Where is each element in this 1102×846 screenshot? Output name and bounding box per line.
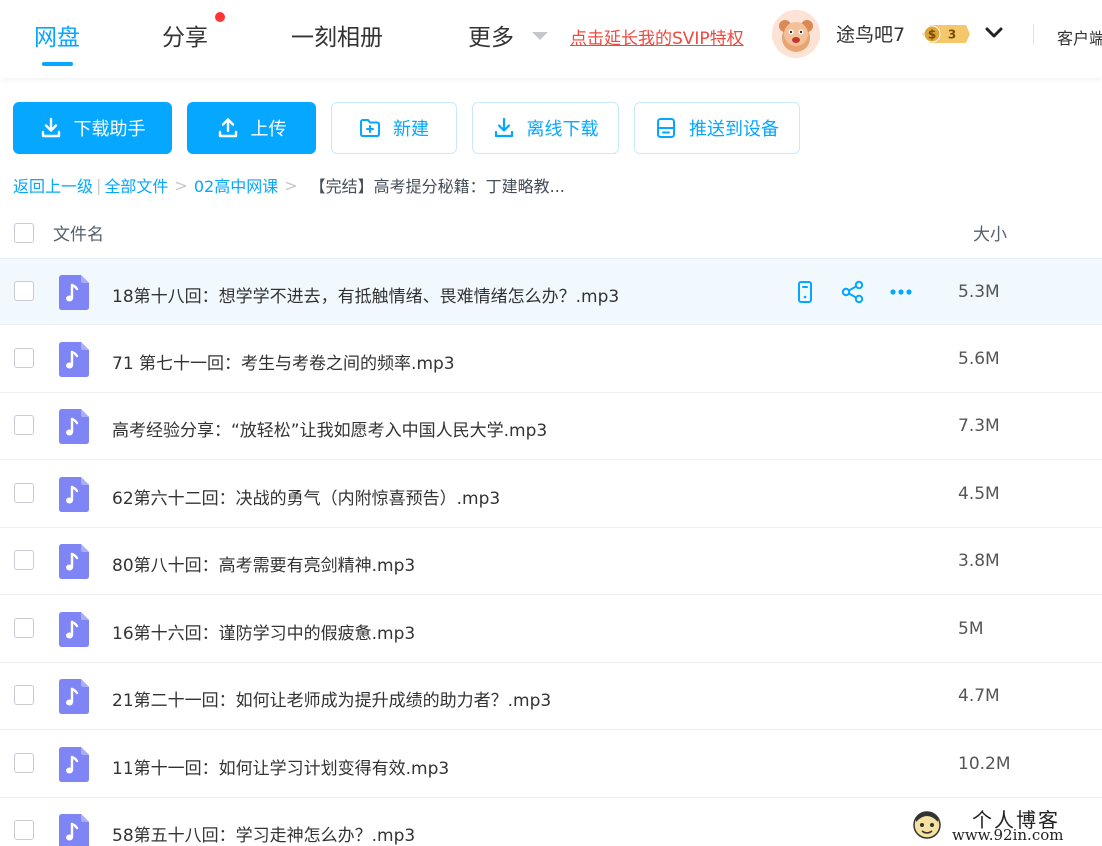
file-row[interactable]: 16第十六回：谨防学习中的假疲惫.mp3 5M bbox=[0, 596, 1102, 663]
file-name[interactable]: 11第十一回：如何让学习计划变得有效.mp3 bbox=[112, 754, 449, 779]
active-tab-indicator bbox=[42, 62, 73, 66]
offline-download-label: 离线下载 bbox=[526, 119, 599, 140]
audio-file-icon bbox=[59, 341, 89, 377]
breadcrumb-back-link[interactable]: 返回上一级 bbox=[13, 173, 93, 197]
breadcrumb-divider: | bbox=[96, 175, 102, 195]
file-row[interactable]: 11第十一回：如何让学习计划变得有效.mp3 10.2M bbox=[0, 731, 1102, 798]
download-assistant-label: 下载助手 bbox=[73, 119, 146, 140]
watermark-url: www.92in.com bbox=[952, 826, 1064, 844]
column-header-name[interactable]: 文件名 bbox=[53, 220, 104, 245]
file-list-header: 文件名 大小 bbox=[0, 210, 1102, 256]
file-size: 5.3M bbox=[958, 282, 1000, 302]
file-row[interactable]: 80第八十回：高考需要有亮剑精神.mp3 3.8M bbox=[0, 528, 1102, 595]
offline-download-button[interactable]: 离线下载 bbox=[472, 102, 619, 154]
nav-divider bbox=[1033, 24, 1034, 44]
push-to-device-button[interactable]: 推送到设备 bbox=[634, 102, 800, 154]
file-name[interactable]: 62第六十二回：决战的勇气（内附惊喜预告）.mp3 bbox=[112, 484, 500, 509]
file-size: 5M bbox=[958, 618, 984, 639]
audio-file-icon bbox=[59, 746, 89, 782]
file-name[interactable]: 58第五十八回：学习走神怎么办？.mp3 bbox=[112, 821, 415, 846]
file-name[interactable]: 18第十八回：想学学不进去，有抵触情绪、畏难情绪怎么办？.mp3 bbox=[112, 282, 619, 307]
file-size: 5.6M bbox=[958, 348, 1000, 369]
row-checkbox[interactable] bbox=[14, 752, 34, 773]
file-row[interactable]: 62第六十二回：决战的勇气（内附惊喜预告）.mp3 4.5M bbox=[0, 461, 1102, 528]
file-size: 10.2M bbox=[958, 753, 1011, 774]
row-checkbox[interactable] bbox=[14, 415, 34, 435]
breadcrumb: 返回上一级 | 全部文件 > 02高中网课 > 【完结】高考提分秘籍：丁建略教.… bbox=[13, 173, 565, 197]
level-number: 3 bbox=[948, 28, 956, 42]
client-download-link[interactable]: 客户端 bbox=[1057, 25, 1102, 49]
file-name[interactable]: 71 第七十一回：考生与考卷之间的频率.mp3 bbox=[112, 349, 455, 374]
tab-more[interactable]: 更多 bbox=[468, 18, 514, 52]
mascot-icon bbox=[913, 811, 941, 839]
file-row[interactable]: 21第二十一回：如何让老师成为提升成绩的助力者？.mp3 4.7M bbox=[0, 663, 1102, 730]
column-header-size[interactable]: 大小 bbox=[973, 220, 1007, 245]
file-name[interactable]: 高考经验分享：“放轻松”让我如愿考入中国人民大学.mp3 bbox=[112, 416, 547, 441]
row-checkbox[interactable] bbox=[14, 820, 34, 840]
audio-file-icon bbox=[59, 679, 89, 714]
svg-text:$: $ bbox=[928, 28, 936, 42]
file-size: 3.8M bbox=[958, 551, 1000, 571]
breadcrumb-all-files[interactable]: 全部文件 bbox=[104, 173, 168, 197]
tab-share[interactable]: 分享 bbox=[162, 18, 208, 52]
send-to-phone-icon[interactable] bbox=[792, 279, 818, 305]
file-name[interactable]: 80第八十回：高考需要有亮剑精神.mp3 bbox=[112, 551, 415, 576]
file-row[interactable]: 18第十八回：想学学不进去，有抵触情绪、畏难情绪怎么办？.mp3 5.3M bbox=[0, 258, 1102, 325]
svip-renew-link[interactable]: 点击延长我的SVIP特权 bbox=[570, 24, 744, 49]
row-checkbox[interactable] bbox=[14, 482, 34, 503]
upload-label: 上传 bbox=[250, 119, 287, 140]
download-assistant-button[interactable]: 下载助手 bbox=[13, 102, 172, 154]
audio-file-icon bbox=[59, 476, 89, 512]
file-size: 4.5M bbox=[958, 483, 1000, 504]
svip-level-badge: $ 3 bbox=[922, 25, 970, 43]
avatar[interactable] bbox=[772, 10, 820, 58]
chevron-down-icon[interactable] bbox=[984, 23, 1004, 43]
row-checkbox[interactable] bbox=[14, 685, 34, 705]
breadcrumb-separator: > bbox=[284, 175, 298, 195]
chevron-down-icon[interactable] bbox=[532, 32, 548, 40]
file-row[interactable]: 高考经验分享：“放轻松”让我如愿考入中国人民大学.mp3 7.3M bbox=[0, 393, 1102, 460]
tab-netdisk[interactable]: 网盘 bbox=[34, 18, 80, 52]
more-icon[interactable] bbox=[888, 279, 914, 305]
row-checkbox[interactable] bbox=[14, 347, 34, 368]
row-checkbox[interactable] bbox=[14, 550, 34, 570]
username[interactable]: 途鸟吧7 bbox=[836, 20, 905, 47]
share-icon[interactable] bbox=[840, 279, 866, 305]
file-size: 7.3M bbox=[958, 416, 1000, 436]
push-to-device-label: 推送到设备 bbox=[689, 119, 779, 140]
audio-file-icon bbox=[59, 409, 89, 444]
upload-icon bbox=[218, 118, 237, 138]
audio-file-icon bbox=[59, 544, 89, 579]
breadcrumb-separator: > bbox=[174, 175, 188, 195]
file-name[interactable]: 21第二十一回：如何让老师成为提升成绩的助力者？.mp3 bbox=[112, 686, 551, 711]
new-folder-label: 新建 bbox=[393, 119, 429, 140]
select-all-checkbox[interactable] bbox=[14, 223, 34, 243]
audio-file-icon bbox=[59, 814, 89, 846]
breadcrumb-folder[interactable]: 02高中网课 bbox=[194, 173, 278, 197]
row-checkbox[interactable] bbox=[14, 617, 34, 638]
file-size: 4.7M bbox=[958, 686, 1000, 706]
download-icon bbox=[41, 117, 60, 138]
new-folder-icon bbox=[360, 119, 380, 137]
breadcrumb-current: 【完结】高考提分秘籍：丁建略教... bbox=[309, 177, 565, 196]
file-row[interactable]: 71 第七十一回：考生与考卷之间的频率.mp3 5.6M bbox=[0, 326, 1102, 393]
row-checkbox[interactable] bbox=[14, 281, 34, 301]
offline-download-icon bbox=[494, 117, 513, 138]
push-device-icon bbox=[657, 118, 675, 138]
top-navigation: 网盘 分享 一刻相册 更多 点击延长我的SVIP特权 途鸟吧7 $ 3 客户端 bbox=[0, 0, 1102, 78]
site-watermark: 个人博客 www.92in.com bbox=[910, 804, 1100, 844]
tab-album[interactable]: 一刻相册 bbox=[291, 18, 383, 52]
audio-file-icon bbox=[59, 611, 89, 647]
new-folder-button[interactable]: 新建 bbox=[331, 102, 457, 154]
audio-file-icon bbox=[59, 275, 89, 310]
notification-dot bbox=[215, 12, 225, 22]
avatar-image bbox=[772, 10, 820, 58]
upload-button[interactable]: 上传 bbox=[187, 102, 316, 154]
file-name[interactable]: 16第十六回：谨防学习中的假疲惫.mp3 bbox=[112, 619, 415, 644]
